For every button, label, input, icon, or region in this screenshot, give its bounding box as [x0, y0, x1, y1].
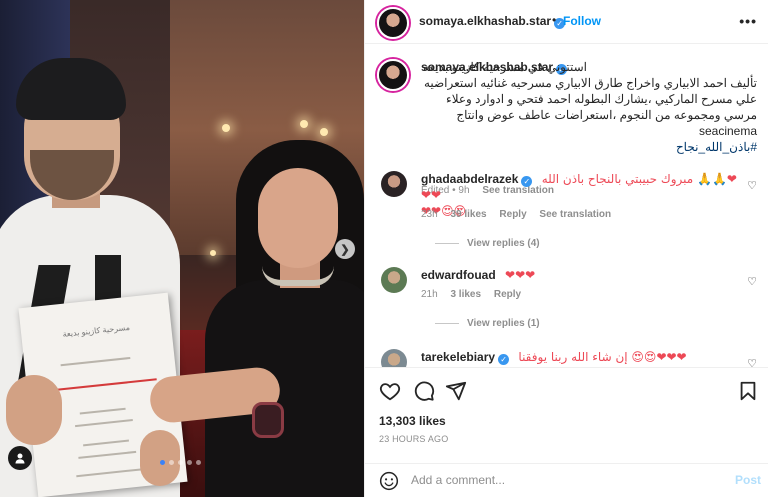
comment-input[interactable]	[411, 473, 711, 487]
avatar[interactable]	[377, 7, 409, 39]
post-comment-button[interactable]: Post	[735, 473, 761, 487]
paper-text-line	[79, 407, 126, 415]
woman-figure-face	[258, 168, 338, 268]
caption-text: استتوني في مسرحيه كازينو بديعه تأليف احم…	[423, 60, 757, 138]
reply-button[interactable]: Reply	[494, 289, 521, 300]
post-timestamp: 23 HOURS AGO	[379, 434, 449, 444]
author-name[interactable]: somaya.elkhashab.star ✓	[419, 14, 566, 29]
comment: tarekelebiary ✓ إن شاء الله ربنا يوفقنا 😍…	[377, 349, 757, 367]
caption: somaya.elkhashab.star ✓ استتوني في مسرحيه…	[377, 59, 757, 196]
comment-time: 21h	[421, 289, 438, 300]
reply-button[interactable]: Reply	[499, 209, 526, 220]
verified-badge-icon: ✓	[498, 354, 510, 365]
author-username[interactable]: somaya.elkhashab.star	[419, 14, 551, 28]
instagram-post-view: مسرحية كازينو بديعة ❯ somaya.elkhashab.s…	[0, 0, 768, 497]
comment-time: 23h	[421, 209, 438, 220]
comment-likes[interactable]: 3 likes	[450, 289, 481, 300]
like-comment-heart-icon[interactable]: ♡	[747, 357, 757, 367]
carousel-dot	[160, 460, 165, 465]
view-replies-button[interactable]: View replies (1)	[435, 318, 540, 329]
paper-text-line	[83, 439, 130, 447]
paper-text-line	[78, 450, 137, 459]
emoji-icon[interactable]	[379, 471, 399, 491]
post-actions: 13,303 likes 23 HOURS AGO	[365, 367, 768, 467]
comment-body: edwardfouad ❤❤❤	[421, 267, 739, 283]
comment-text: ❤❤❤	[505, 268, 536, 282]
comment-username[interactable]: ghadaabdelrazek	[421, 172, 518, 186]
man-figure-hand	[140, 430, 180, 486]
comment: edwardfouad ❤❤❤ ♡ 21h 3 likes Reply View…	[377, 267, 757, 347]
comment-body: tarekelebiary ✓ إن شاء الله ربنا يوفقنا 😍…	[421, 349, 739, 365]
comment-text: إن شاء الله ربنا يوفقنا 😍😍❤❤❤	[518, 350, 687, 364]
carousel-dot	[178, 460, 183, 465]
comment-meta: 21h 3 likes Reply	[421, 289, 531, 300]
avatar[interactable]	[377, 59, 409, 91]
comments-scroll-area[interactable]: somaya.elkhashab.star ✓ استتوني في مسرحيه…	[365, 45, 768, 367]
woman-figure-necklace	[262, 266, 334, 286]
man-figure-beanie	[16, 58, 126, 120]
carousel-dot	[196, 460, 201, 465]
view-replies-button[interactable]: View replies (4)	[435, 238, 540, 249]
like-comment-heart-icon[interactable]: ♡	[747, 275, 757, 288]
avatar[interactable]	[381, 171, 407, 197]
chevron-right-icon: ❯	[340, 243, 350, 256]
stage-light	[320, 128, 328, 136]
comment: ghadaabdelrazek ✓ مبروك حبيبتي بالنجاح با…	[377, 171, 757, 281]
post-side-panel: somaya.elkhashab.star ✓ • Follow ••• soma…	[364, 0, 768, 497]
stage-light	[300, 120, 308, 128]
avatar[interactable]	[381, 349, 407, 367]
stage-light	[222, 124, 230, 132]
paper-red-mark	[47, 378, 157, 392]
carousel-dot	[169, 460, 174, 465]
likes-count[interactable]: 13,303 likes	[379, 414, 446, 428]
man-figure-hand	[6, 375, 62, 445]
follow-button[interactable]: Follow	[563, 14, 601, 28]
like-heart-icon[interactable]	[379, 380, 401, 402]
comment-likes[interactable]: 39 likes	[450, 209, 486, 220]
carousel-next-button[interactable]: ❯	[335, 239, 355, 259]
separator-dot: •	[552, 13, 557, 27]
woman-figure-watch	[252, 402, 284, 438]
add-comment-bar: Post	[365, 463, 768, 497]
caption-body: somaya.elkhashab.star ✓ استتوني في مسرحيه…	[421, 59, 757, 155]
tagged-users-button[interactable]	[8, 446, 32, 470]
comment-meta: 23h 39 likes Reply See translation	[421, 209, 621, 220]
paper-text-line	[74, 419, 133, 428]
comment-username[interactable]: edwardfouad	[421, 268, 496, 282]
like-comment-heart-icon[interactable]: ♡	[747, 179, 757, 192]
avatar[interactable]	[381, 267, 407, 293]
carousel-dots	[160, 460, 201, 465]
paper-title: مسرحية كازينو بديعة	[62, 322, 131, 339]
user-icon	[15, 453, 25, 464]
paper-text-line	[76, 468, 143, 478]
post-photo[interactable]: مسرحية كازينو بديعة ❯	[0, 0, 364, 497]
stage-light	[210, 250, 216, 256]
post-header: somaya.elkhashab.star ✓ • Follow •••	[365, 0, 768, 44]
paper-text-line	[60, 356, 131, 367]
share-icon[interactable]	[445, 380, 467, 402]
more-options-icon[interactable]: •••	[739, 13, 757, 29]
see-translation-link[interactable]: See translation	[539, 209, 611, 220]
comment-icon[interactable]	[413, 380, 435, 402]
comment-username[interactable]: tarekelebiary	[421, 350, 495, 364]
carousel-dot	[187, 460, 192, 465]
caption-hashtag[interactable]: #باذن_الله_نجاح	[421, 139, 757, 155]
bookmark-icon[interactable]	[737, 380, 759, 402]
verified-badge-icon: ✓	[521, 176, 533, 187]
